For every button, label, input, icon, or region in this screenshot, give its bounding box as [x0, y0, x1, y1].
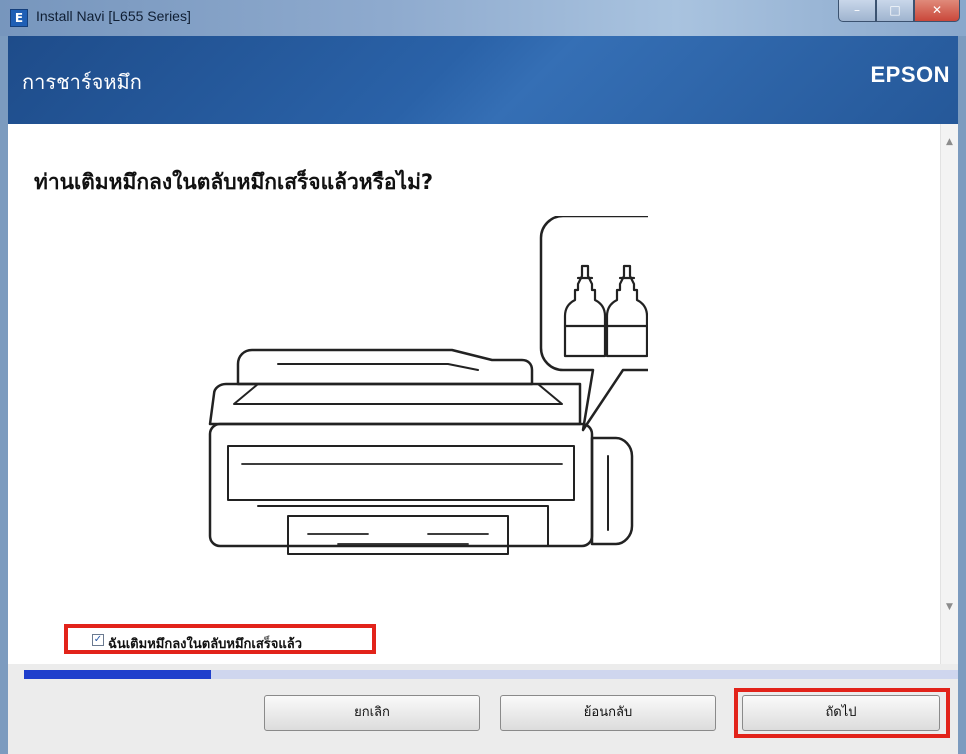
confirm-checkbox-label[interactable]: ฉันเติมหมึกลงในตลับหมึกเสร็จแล้ว: [108, 633, 302, 654]
scroll-area: ท่านเติมหมึกลงในตลับหมึกเสร็จแล้วหรือไม่…: [8, 124, 938, 664]
minimize-button[interactable]: –: [838, 0, 876, 22]
close-button[interactable]: ✕: [914, 0, 960, 22]
confirm-checkbox[interactable]: ✓: [92, 634, 104, 646]
title-bar[interactable]: E Install Navi [L655 Series] – □ ✕: [0, 0, 966, 36]
printer-illustration: [208, 216, 648, 555]
question-heading: ท่านเติมหมึกลงในตลับหมึกเสร็จแล้วหรือไม่…: [34, 170, 434, 194]
content-panel: ท่านเติมหมึกลงในตลับหมึกเสร็จแล้วหรือไม่…: [8, 124, 958, 664]
app-icon: E: [10, 9, 28, 27]
cancel-button[interactable]: ยกเลิก: [264, 695, 480, 731]
page-title: การชาร์จหมึก: [22, 70, 142, 94]
scroll-down-arrow-icon[interactable]: ▼: [941, 599, 958, 616]
vertical-scrollbar[interactable]: ▲ ▼: [940, 124, 958, 664]
back-button[interactable]: ย้อนกลับ: [500, 695, 716, 731]
confirm-checkbox-highlight[interactable]: ✓ ฉันเติมหมึกลงในตลับหมึกเสร็จแล้ว: [64, 624, 376, 654]
window-controls: – □ ✕: [838, 0, 960, 24]
progress-bar: [24, 670, 958, 679]
page-header: การชาร์จหมึก EPSON: [8, 36, 958, 124]
speech-bubble: [539, 216, 648, 432]
installer-window: E Install Navi [L655 Series] – □ ✕ การชา…: [0, 0, 966, 754]
brand-logo: EPSON: [870, 62, 950, 87]
window-title: Install Navi [L655 Series]: [36, 8, 191, 24]
next-button[interactable]: ถัดไป: [742, 695, 940, 731]
scroll-up-arrow-icon[interactable]: ▲: [941, 134, 958, 151]
maximize-button[interactable]: □: [876, 0, 914, 22]
progress-fill: [24, 670, 211, 679]
ink-bottle-icon: [605, 264, 648, 358]
ink-bottle-icon: [563, 264, 607, 358]
